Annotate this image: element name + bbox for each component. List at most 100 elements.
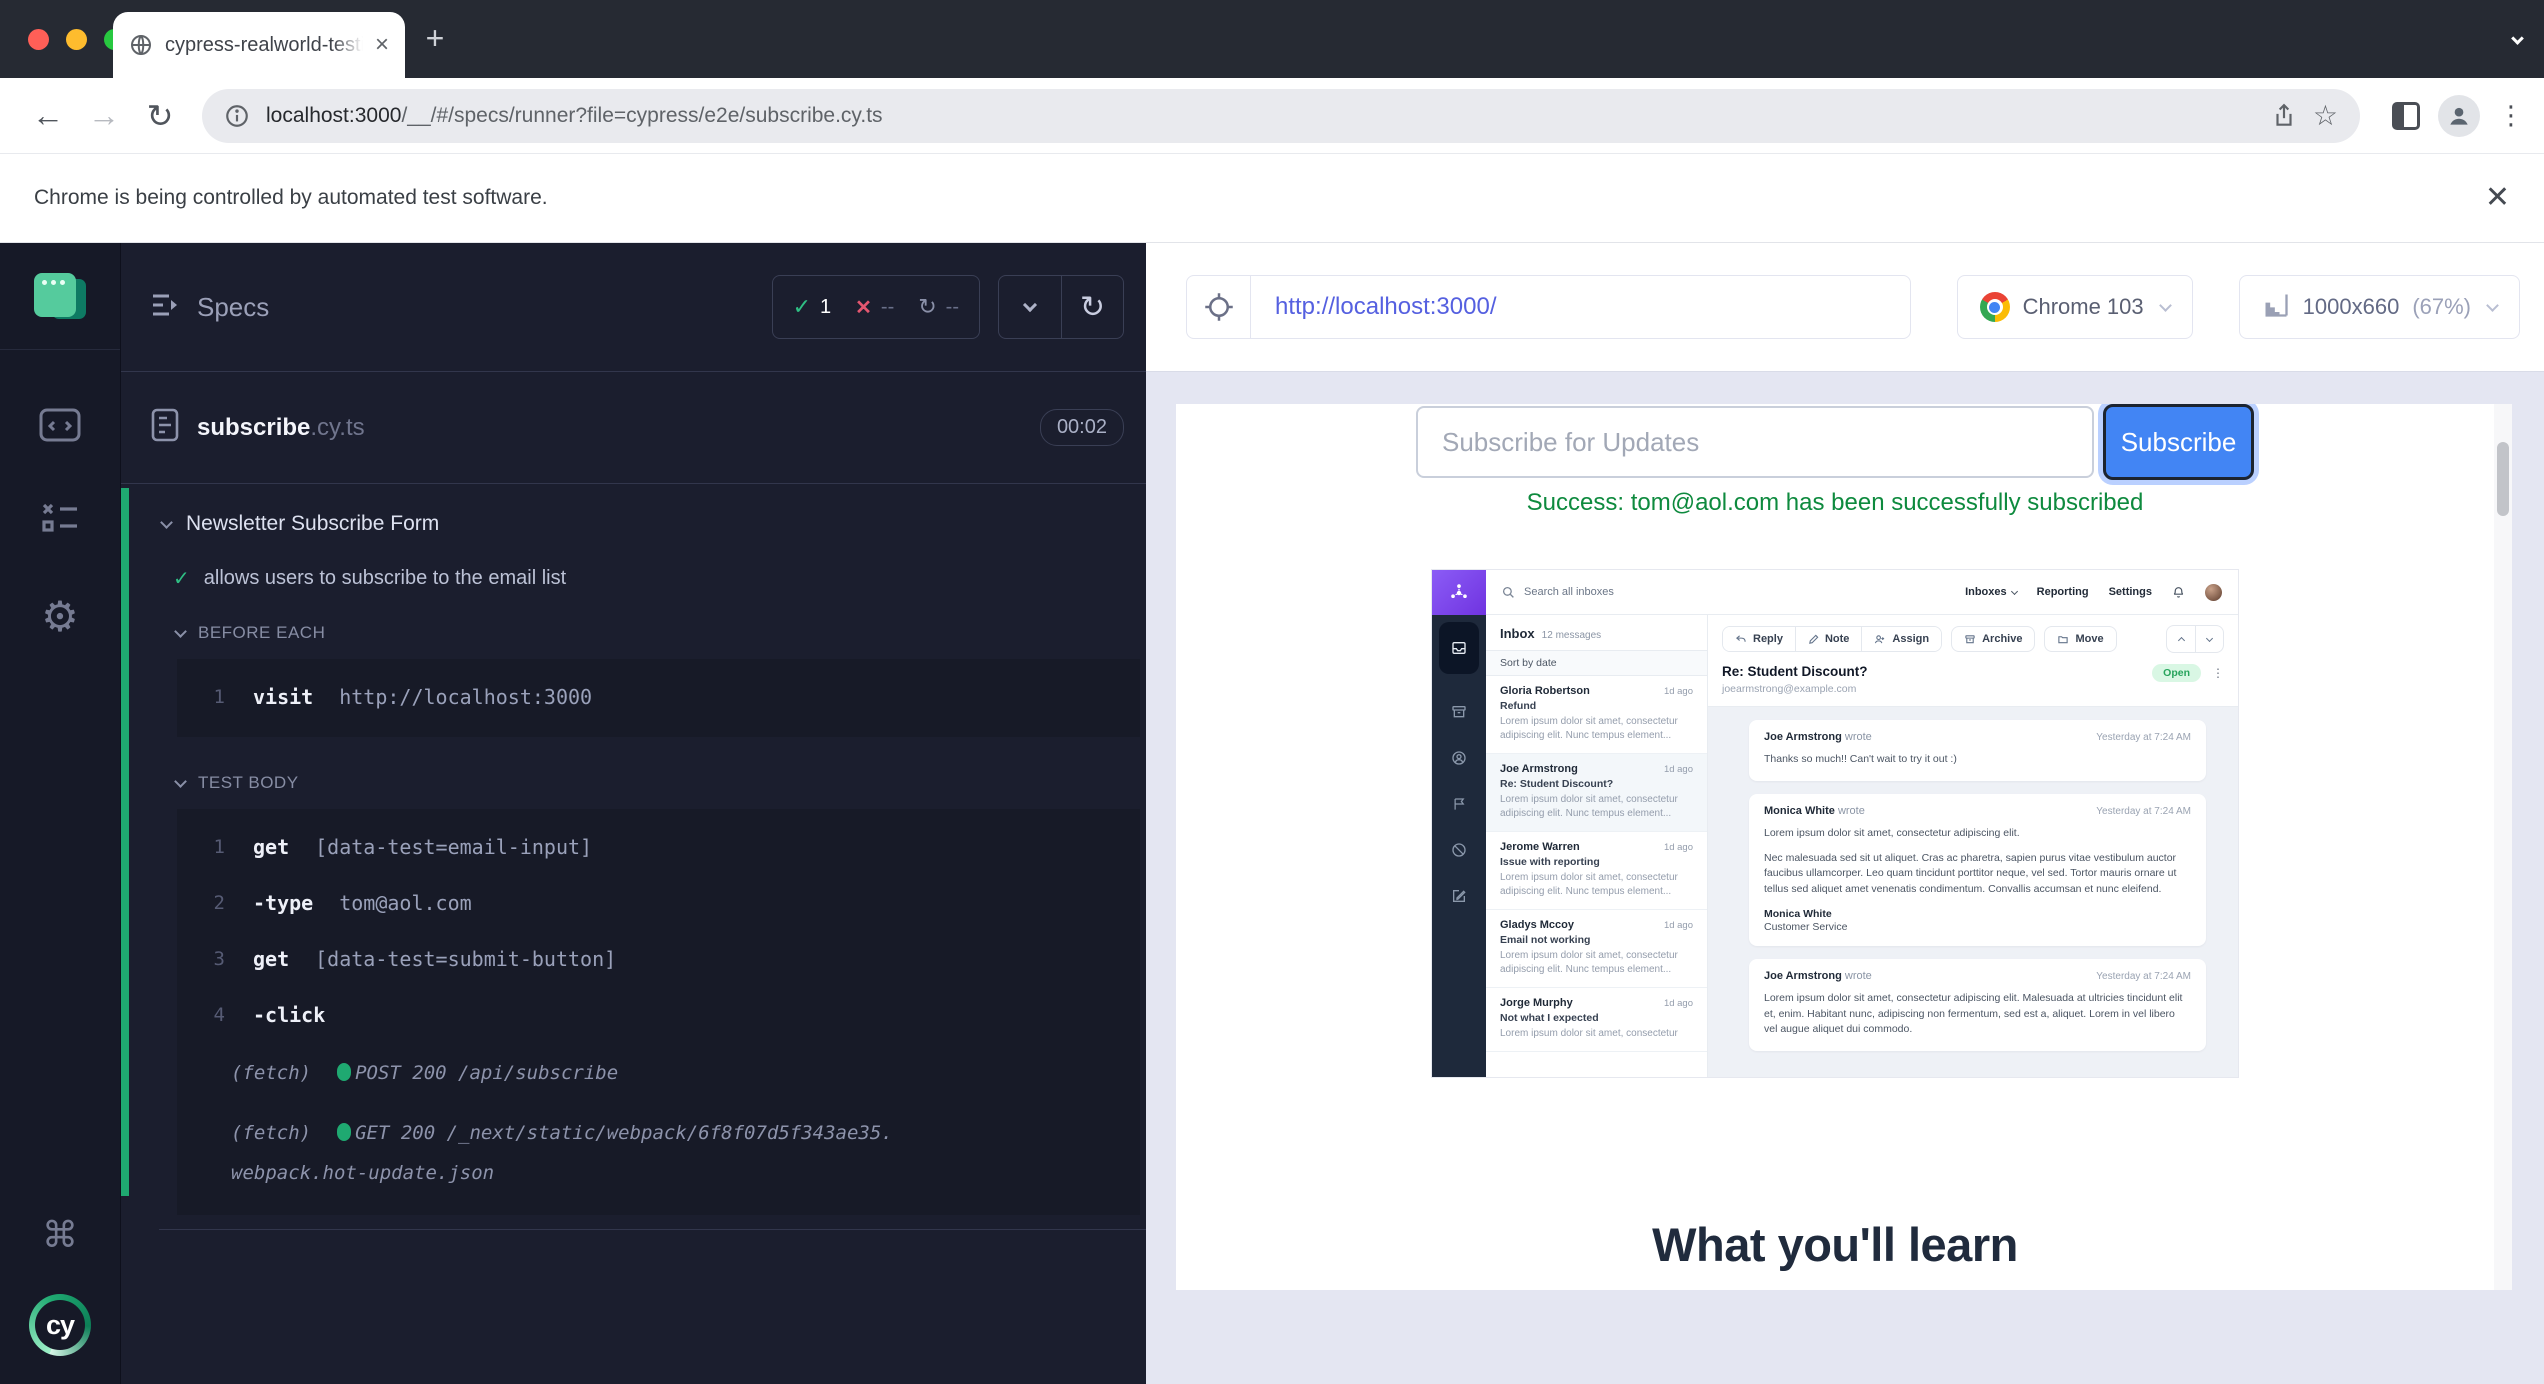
learn-heading: What you'll learn (1176, 1217, 2494, 1272)
cypress-specs-logo-icon[interactable] (34, 273, 86, 321)
collapse-all-button[interactable] (999, 276, 1061, 338)
share-icon[interactable] (2271, 103, 2297, 129)
rail-flag-icon[interactable] (1452, 796, 1467, 812)
nav-inboxes[interactable]: Inboxes (1965, 586, 2017, 598)
message-thread: Joe Armstrong wrote Yesterday at 7:24 AM… (1708, 706, 2238, 1077)
browser-selector[interactable]: Chrome 103 (1957, 275, 2193, 339)
fetch-log-row[interactable]: (fetch)GET 200 /_next/static/webpack/6f8… (177, 1103, 917, 1203)
forward-button[interactable]: → (76, 97, 132, 134)
tab-close-icon[interactable]: × (375, 33, 389, 57)
command-row[interactable]: 3 get [data-test=submit-button] (177, 931, 1140, 987)
check-icon: ✓ (793, 294, 811, 320)
nav-settings[interactable]: Settings (2109, 586, 2152, 598)
specs-header: Specs ✓ 1 ✕ -- ↻ -- (121, 243, 1146, 371)
sidebar-item-settings-gear-icon[interactable]: ⚙ (41, 592, 79, 641)
list-item[interactable]: Jerome Warren1d ago Issue with reporting… (1486, 832, 1707, 910)
assign-button[interactable]: Assign (1861, 627, 1941, 651)
command-row[interactable]: 2 -type tom@aol.com (177, 875, 1140, 931)
rail-spam-icon[interactable] (1451, 842, 1467, 858)
chevron-down-icon (160, 516, 173, 529)
command-row[interactable]: 1 visit http://localhost:3000 (177, 669, 1140, 725)
sort-by-date[interactable]: Sort by date (1486, 650, 1707, 676)
new-tab-button[interactable]: + (418, 22, 452, 56)
fetch-log-row[interactable]: (fetch)POST 200 /api/subscribe (177, 1043, 917, 1103)
rerun-tests-button[interactable]: ↻ (1061, 276, 1123, 338)
scrollbar-thumb[interactable] (2497, 442, 2509, 516)
list-item[interactable]: Jorge Murphy1d ago Not what I expected L… (1486, 988, 1707, 1052)
note-button[interactable]: Note (1795, 627, 1861, 651)
nav-reporting[interactable]: Reporting (2037, 586, 2089, 598)
suite-row[interactable]: Newsletter Subscribe Form (162, 512, 1146, 536)
rail-contacts-icon[interactable] (1451, 750, 1467, 766)
profile-avatar[interactable] (2438, 95, 2480, 137)
sidebar-item-runs[interactable] (39, 408, 81, 442)
subscribe-button[interactable]: Subscribe (2103, 404, 2254, 480)
keyboard-shortcuts-icon[interactable]: ⌘ (42, 1215, 78, 1256)
search-icon (1502, 586, 1515, 599)
message-card: Joe Armstrong wrote Yesterday at 7:24 AM… (1749, 959, 2206, 1051)
search-input[interactable]: Search all inboxes (1524, 586, 1614, 598)
aut-stage: Subscribe Success: tom@aol.com has been … (1146, 372, 2544, 1384)
command-row[interactable]: 1 get [data-test=email-input] (177, 819, 1140, 875)
inbox-app-screenshot: Search all inboxes Inboxes Reporting Set… (1432, 570, 2238, 1077)
browser-menu-icon[interactable]: ⋮ (2498, 101, 2524, 131)
cypress-sidebar: ⚙ ⌘ cy (0, 243, 120, 1384)
inbox-rail (1432, 615, 1486, 1077)
next-message-button[interactable] (2195, 626, 2223, 652)
test-row[interactable]: ✓ allows users to subscribe to the email… (173, 566, 1146, 591)
aut-scrollbar[interactable] (2494, 404, 2512, 1290)
viewport-selector[interactable]: 1000x660 (67%) (2239, 275, 2520, 339)
message-menu-icon[interactable]: ⋮ (2212, 666, 2224, 680)
back-button[interactable]: ← (20, 97, 76, 134)
pencil-icon (1808, 634, 1819, 645)
list-item[interactable]: Gladys Mccoy1d ago Email not working Lor… (1486, 910, 1707, 988)
chevron-up-icon (2177, 636, 2184, 643)
infobar-text: Chrome is being controlled by automated … (34, 186, 2485, 210)
user-avatar[interactable] (2205, 584, 2222, 601)
chevron-down-icon (174, 775, 187, 788)
bell-icon[interactable] (2172, 585, 2185, 599)
rail-inbox-icon[interactable] (1439, 622, 1479, 674)
cypress-logo[interactable]: cy (29, 1294, 91, 1356)
reply-icon (1735, 634, 1747, 645)
reload-button[interactable]: ↻ (132, 97, 188, 135)
move-button[interactable]: Move (2044, 626, 2116, 652)
minimize-window-button[interactable] (66, 29, 87, 50)
message-subject: Re: Student Discount? (1722, 664, 1868, 679)
sidebar-item-results[interactable] (40, 500, 80, 534)
reply-button[interactable]: Reply (1723, 627, 1795, 651)
tab-search-button[interactable] (2513, 30, 2522, 48)
close-window-button[interactable] (28, 29, 49, 50)
email-input[interactable] (1416, 406, 2094, 478)
status-badge[interactable]: Open (2152, 664, 2201, 682)
screen: cypress-realworld-testing-cou × + ← → ↻ … (0, 0, 2544, 1384)
test-body-header[interactable]: TEST BODY (176, 773, 1146, 793)
browser-tab[interactable]: cypress-realworld-testing-cou × (113, 12, 405, 78)
chevron-down-icon (2011, 587, 2018, 594)
archive-button[interactable]: Archive (1951, 626, 2035, 652)
message-subject-row: Re: Student Discount? joearmstrong@examp… (1708, 663, 2238, 706)
spec-file-row[interactable]: subscribe.cy.ts 00:02 (121, 372, 1146, 483)
message-toolbar: Reply Note (1708, 615, 2238, 663)
reporter-actions: ↻ (998, 275, 1124, 339)
infobar-close-icon[interactable]: ✕ (2485, 183, 2510, 213)
selector-playground-icon[interactable] (1187, 276, 1251, 338)
bookmark-star-icon[interactable]: ☆ (2313, 99, 2338, 132)
prev-message-button[interactable] (2167, 626, 2195, 652)
command-row[interactable]: 4 -click (177, 987, 1140, 1043)
test-passed-check-icon: ✓ (173, 566, 190, 591)
rail-archive-icon[interactable] (1451, 704, 1467, 720)
status-ok-dot (337, 1063, 351, 1081)
archive-icon (1964, 634, 1976, 645)
address-bar[interactable]: localhost:3000/__/#/specs/runner?file=cy… (202, 89, 2360, 143)
aut-url-bar[interactable]: http://localhost:3000/ (1186, 275, 1911, 339)
rail-compose-icon[interactable] (1451, 888, 1467, 904)
before-each-header[interactable]: BEFORE EACH (176, 623, 1146, 643)
side-panel-icon[interactable] (2392, 102, 2420, 130)
list-item-selected[interactable]: Joe Armstrong1d ago Re: Student Discount… (1486, 754, 1707, 832)
list-item[interactable]: Gloria Robertson1d ago Refund Lorem ipsu… (1486, 676, 1707, 754)
browser-toolbar: ← → ↻ localhost:3000/__/#/specs/runner?f… (0, 78, 2544, 154)
specs-list-icon[interactable] (151, 292, 181, 323)
chevron-down-icon (1023, 298, 1037, 312)
page-info-icon[interactable] (224, 103, 250, 129)
